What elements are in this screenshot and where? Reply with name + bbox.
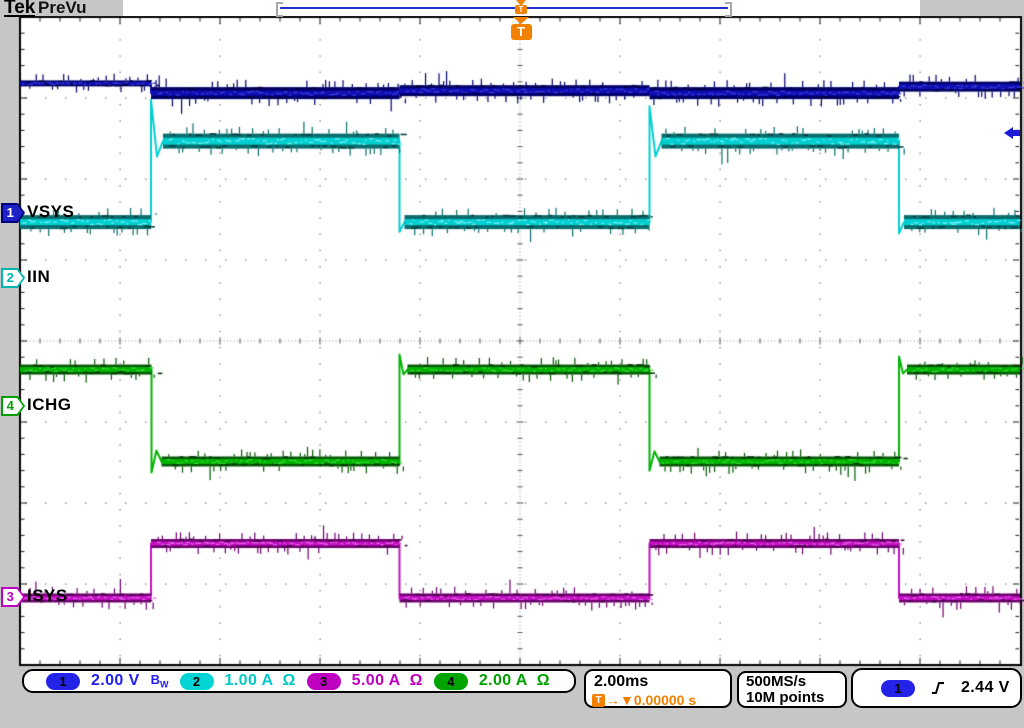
channel-2-badge: 2 xyxy=(180,673,214,690)
ohm-impedance-icon: Ω xyxy=(282,672,295,689)
waveform-graticule xyxy=(0,0,1024,728)
channel-2-waveform-label: IIN xyxy=(27,267,50,287)
channel-3-scale: 5.00 AΩ xyxy=(352,672,423,690)
channel-1-waveform-label: VSYS xyxy=(27,202,74,222)
channel-1-scale: 2.00 V xyxy=(91,672,140,690)
trigger-t-icon: T xyxy=(515,5,527,14)
channel-4-scale: 2.00 AΩ xyxy=(479,672,550,690)
trigger-source-badge: 1 xyxy=(881,680,915,697)
rising-edge-slope-icon xyxy=(931,680,945,696)
trigger-level-value: 2.44 V xyxy=(961,679,1010,697)
horizontal-scale: 2.00ms xyxy=(594,673,648,691)
sample-rate: 500MS/s xyxy=(746,674,845,690)
record-window-left-bracket xyxy=(276,2,283,17)
channel-2-scale: 1.00 AΩ xyxy=(225,672,296,690)
channel-3-badge: 3 xyxy=(307,673,341,690)
horizontal-readout-bar: 2.00ms T → ▼ 0.00000 s xyxy=(584,669,732,708)
triangle-down-icon: ▼ xyxy=(620,692,634,708)
bandwidth-limit-icon: BW xyxy=(151,672,169,690)
channel-scale-readout-bar: 1 2.00 V BW 2 1.00 AΩ 3 5.00 AΩ 4 2.00 A… xyxy=(22,669,576,693)
top-status-strip: Tek PreVu T xyxy=(0,0,1024,16)
trigger-delay-readout: T → ▼ 0.00000 s xyxy=(592,692,696,708)
ohm-impedance-icon: Ω xyxy=(537,672,550,689)
record-length: 10M points xyxy=(746,690,845,706)
oscilloscope-screen: Tek PreVu T T 1 VSYS 2 IIN 4 ICHG 3 ISYS xyxy=(0,0,1024,728)
triangle-down-icon xyxy=(513,17,529,24)
tek-logo: Tek xyxy=(4,0,35,17)
ohm-impedance-icon: Ω xyxy=(410,672,423,689)
trigger-readout-bar: 1 2.44 V xyxy=(851,668,1022,708)
channel-4-badge: 4 xyxy=(434,673,468,690)
record-trigger-marker-icon: T xyxy=(513,0,529,14)
record-window-right-bracket xyxy=(725,2,732,17)
trigger-t-icon: T xyxy=(592,694,605,707)
channel-4-badge-digit: 4 xyxy=(3,398,17,414)
channel-3-waveform-label: ISYS xyxy=(27,586,68,606)
arrow-tail xyxy=(1013,130,1020,136)
channel-4-waveform-label: ICHG xyxy=(27,395,72,415)
channel-1-badge-digit: 1 xyxy=(3,205,17,221)
arrow-left-icon xyxy=(1004,127,1013,139)
record-view-bar: T xyxy=(123,0,920,16)
channel-2-badge-digit: 2 xyxy=(3,270,17,286)
record-view-line xyxy=(280,7,728,9)
trigger-delay-value: 0.00000 s xyxy=(634,692,696,708)
trigger-level-arrow-icon xyxy=(1004,127,1020,139)
channel-1-badge: 1 xyxy=(46,673,80,690)
acquisition-mode-label: PreVu xyxy=(38,0,87,16)
trigger-position-marker: T xyxy=(508,17,534,40)
arrow-right-icon: → xyxy=(606,692,620,708)
trigger-t-icon: T xyxy=(511,24,532,40)
acquisition-readout-bar: 500MS/s 10M points xyxy=(737,671,847,708)
channel-3-badge-digit: 3 xyxy=(3,589,17,605)
